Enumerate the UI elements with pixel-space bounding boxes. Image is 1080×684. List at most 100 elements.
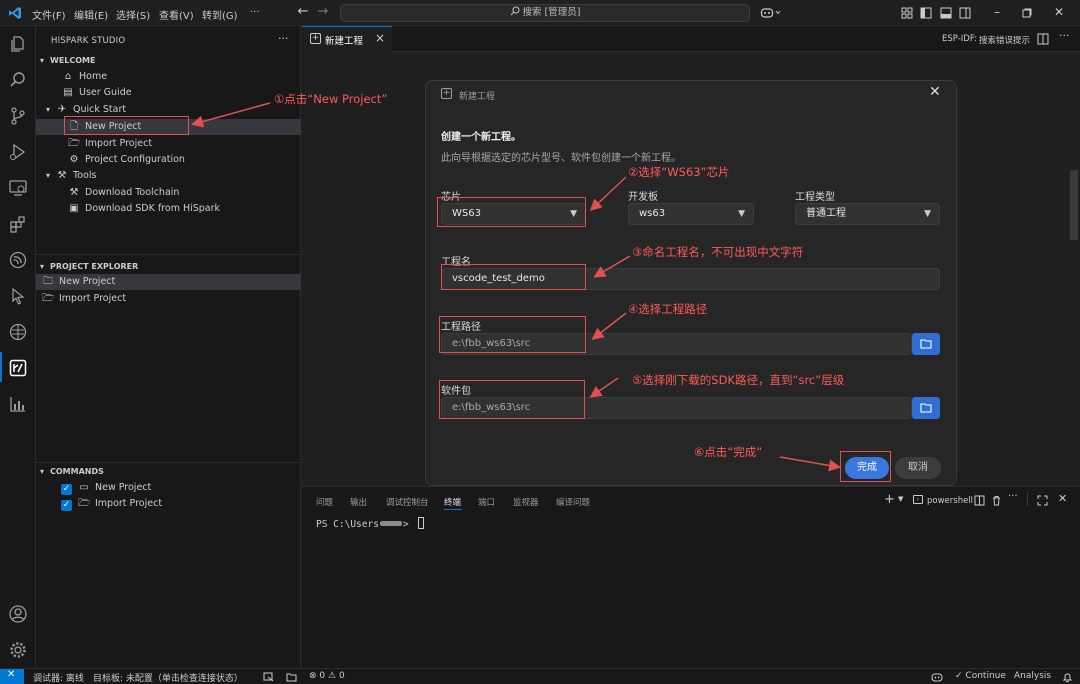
menu-more[interactable]: ··· <box>250 7 260 18</box>
tab-new-project[interactable]: + 新建工程 × <box>302 26 392 52</box>
panel-tab-problems[interactable]: 问题 <box>316 496 333 508</box>
forward-arrow-icon[interactable]: → <box>317 5 329 18</box>
target-board-status[interactable]: 目标板: 未配置（单击检查连接状态） <box>93 671 243 684</box>
restore-icon[interactable] <box>1022 8 1032 18</box>
trash-icon[interactable] <box>991 495 1002 506</box>
cancel-button[interactable]: 取消 <box>895 457 941 479</box>
copilot-status-icon[interactable] <box>931 671 943 683</box>
explorer-icon[interactable] <box>8 34 28 54</box>
maximize-panel-icon[interactable] <box>1037 495 1048 506</box>
tree-item-download-sdk[interactable]: ▣ Download SDK from HiSpark <box>68 201 220 217</box>
remote-explorer-icon[interactable] <box>8 178 28 198</box>
split-terminal-icon[interactable] <box>974 495 985 506</box>
platformio-cursor-icon[interactable] <box>8 286 28 306</box>
panel-tab-ports[interactable]: 端口 <box>478 496 495 508</box>
panel-tab-monitor[interactable]: 监视器 <box>513 496 539 508</box>
menu-go[interactable]: 转到(G) <box>202 7 238 22</box>
customize-layout-icon[interactable] <box>901 7 913 19</box>
analysis-status[interactable]: Analysis <box>1014 671 1051 681</box>
notifications-bell-icon[interactable] <box>1062 672 1073 683</box>
editor-scrollbar[interactable] <box>1070 170 1078 240</box>
open-folder-status-icon[interactable] <box>263 672 274 682</box>
settings-gear-icon[interactable] <box>8 640 28 660</box>
toggle-primary-sidebar-icon[interactable] <box>920 7 932 19</box>
dialog-heading: 创建一个新工程。 <box>441 132 521 143</box>
panel-tab-terminal[interactable]: 终端 <box>444 496 461 508</box>
esp-idf-search-errors[interactable]: 搜索错误提示 <box>979 34 1030 46</box>
remote-indicator-button[interactable]: ✕ <box>0 669 24 684</box>
run-debug-icon[interactable] <box>8 142 28 162</box>
explorer-item-new-project[interactable]: 🗀 New Project <box>42 274 115 290</box>
editor-more-actions-icon[interactable]: ··· <box>1059 29 1070 42</box>
menu-selection[interactable]: 选择(S) <box>116 7 150 22</box>
continue-status[interactable]: ✓ Continue <box>955 671 1006 681</box>
user-guide-label: User Guide <box>79 87 132 98</box>
chevron-down-icon: ▾ <box>40 56 45 65</box>
editor-tab-bar: + 新建工程 × ESP-IDF: 搜索错误提示 ··· <box>302 26 1080 52</box>
tree-item-download-toolchain[interactable]: ⚒ Download Toolchain <box>68 185 180 201</box>
annotation-step-3: ③命名工程名，不可出现中文字符 <box>632 245 804 259</box>
package-browse-button[interactable] <box>912 397 940 419</box>
minimize-icon[interactable]: – <box>991 6 1003 18</box>
project-explorer-section-header[interactable]: ▾ PROJECT EXPLORER <box>40 262 138 271</box>
book-icon: ▤ <box>63 87 73 98</box>
welcome-header-label: WELCOME <box>50 56 96 65</box>
terminal-shell-label[interactable]: powershell <box>927 496 973 506</box>
tree-item-project-configuration[interactable]: ⚙ Project Configuration <box>68 152 185 168</box>
espressif-icon[interactable] <box>8 250 28 270</box>
project-path-browse-button[interactable] <box>912 333 940 355</box>
wifi-plugin-icon[interactable] <box>8 322 28 342</box>
source-control-icon[interactable] <box>8 106 28 126</box>
sidebar-more-button[interactable]: ··· <box>278 32 289 45</box>
tree-item-tools[interactable]: ▾ ⚒ Tools <box>46 168 96 184</box>
close-window-icon[interactable]: ✕ <box>1053 6 1065 18</box>
tree-item-import-project[interactable]: 🗁 Import Project <box>68 136 152 152</box>
tree-item-user-guide[interactable]: ▤ User Guide <box>62 85 132 101</box>
panel-tab-build-problems[interactable]: 编译问题 <box>556 496 590 508</box>
close-panel-icon[interactable]: ✕ <box>1058 492 1067 505</box>
toggle-panel-icon[interactable] <box>940 7 952 19</box>
problems-status[interactable]: ⊗ 0 ⚠ 0 <box>309 671 345 681</box>
panel-tab-debug-console[interactable]: 调试控制台 <box>386 496 429 508</box>
copilot-icon[interactable] <box>760 6 782 20</box>
menu-file[interactable]: 文件(F) <box>32 7 66 22</box>
panel-tab-output[interactable]: 输出 <box>350 496 367 508</box>
back-arrow-icon[interactable]: ← <box>297 5 309 18</box>
chart-analysis-icon[interactable] <box>8 394 28 414</box>
toggle-secondary-sidebar-icon[interactable] <box>959 7 971 19</box>
tab-close-icon[interactable]: × <box>375 31 385 45</box>
download-toolchain-label: Download Toolchain <box>85 187 180 198</box>
chevron-down-icon[interactable]: ▼ <box>898 495 903 503</box>
extensions-icon[interactable] <box>8 214 28 234</box>
menu-edit[interactable]: 编辑(E) <box>74 7 108 22</box>
command-import-project-label: Import Project <box>95 498 163 509</box>
search-view-icon[interactable] <box>8 70 28 90</box>
project-explorer-header-label: PROJECT EXPLORER <box>50 262 139 271</box>
section-divider <box>36 462 301 463</box>
board-select[interactable]: ws63 ▼ <box>628 203 754 225</box>
checkbox-checked-icon[interactable]: ✓ <box>61 500 72 511</box>
folder-status-icon[interactable] <box>286 672 297 682</box>
checkbox-checked-icon[interactable]: ✓ <box>61 484 72 495</box>
commands-section-header[interactable]: ▾ COMMANDS <box>40 467 104 476</box>
sidebar-title: HISPARK STUDIO <box>51 36 126 46</box>
add-file-icon: + <box>441 88 452 99</box>
project-type-select[interactable]: 普通工程 ▼ <box>795 203 940 225</box>
command-item-new-project[interactable]: ✓ ▭ New Project <box>61 480 151 496</box>
split-editor-icon[interactable] <box>1037 33 1049 45</box>
menu-view[interactable]: 查看(V) <box>159 7 194 22</box>
explorer-item-import-project[interactable]: 🗁 Import Project <box>42 291 126 307</box>
debugger-status[interactable]: 调试器: 离线 <box>33 671 84 684</box>
new-terminal-plus-icon[interactable]: + <box>884 492 895 507</box>
tree-item-home[interactable]: ⌂ Home <box>62 69 107 85</box>
hispark-studio-icon[interactable] <box>8 358 28 378</box>
command-center-search[interactable]: 搜索 [管理员] <box>340 4 750 22</box>
command-item-import-project[interactable]: ✓ 🗁 Import Project <box>61 496 162 512</box>
welcome-section-header[interactable]: ▾ WELCOME <box>40 56 95 65</box>
account-icon[interactable] <box>8 604 28 624</box>
panel-more-icon[interactable]: ··· <box>1008 491 1018 502</box>
chevron-down-icon: ▾ <box>40 262 45 271</box>
terminal-prompt-line[interactable]: PS C:\Users > <box>316 517 425 530</box>
dialog-close-icon[interactable]: ✕ <box>929 84 941 100</box>
activity-bar <box>0 26 36 668</box>
